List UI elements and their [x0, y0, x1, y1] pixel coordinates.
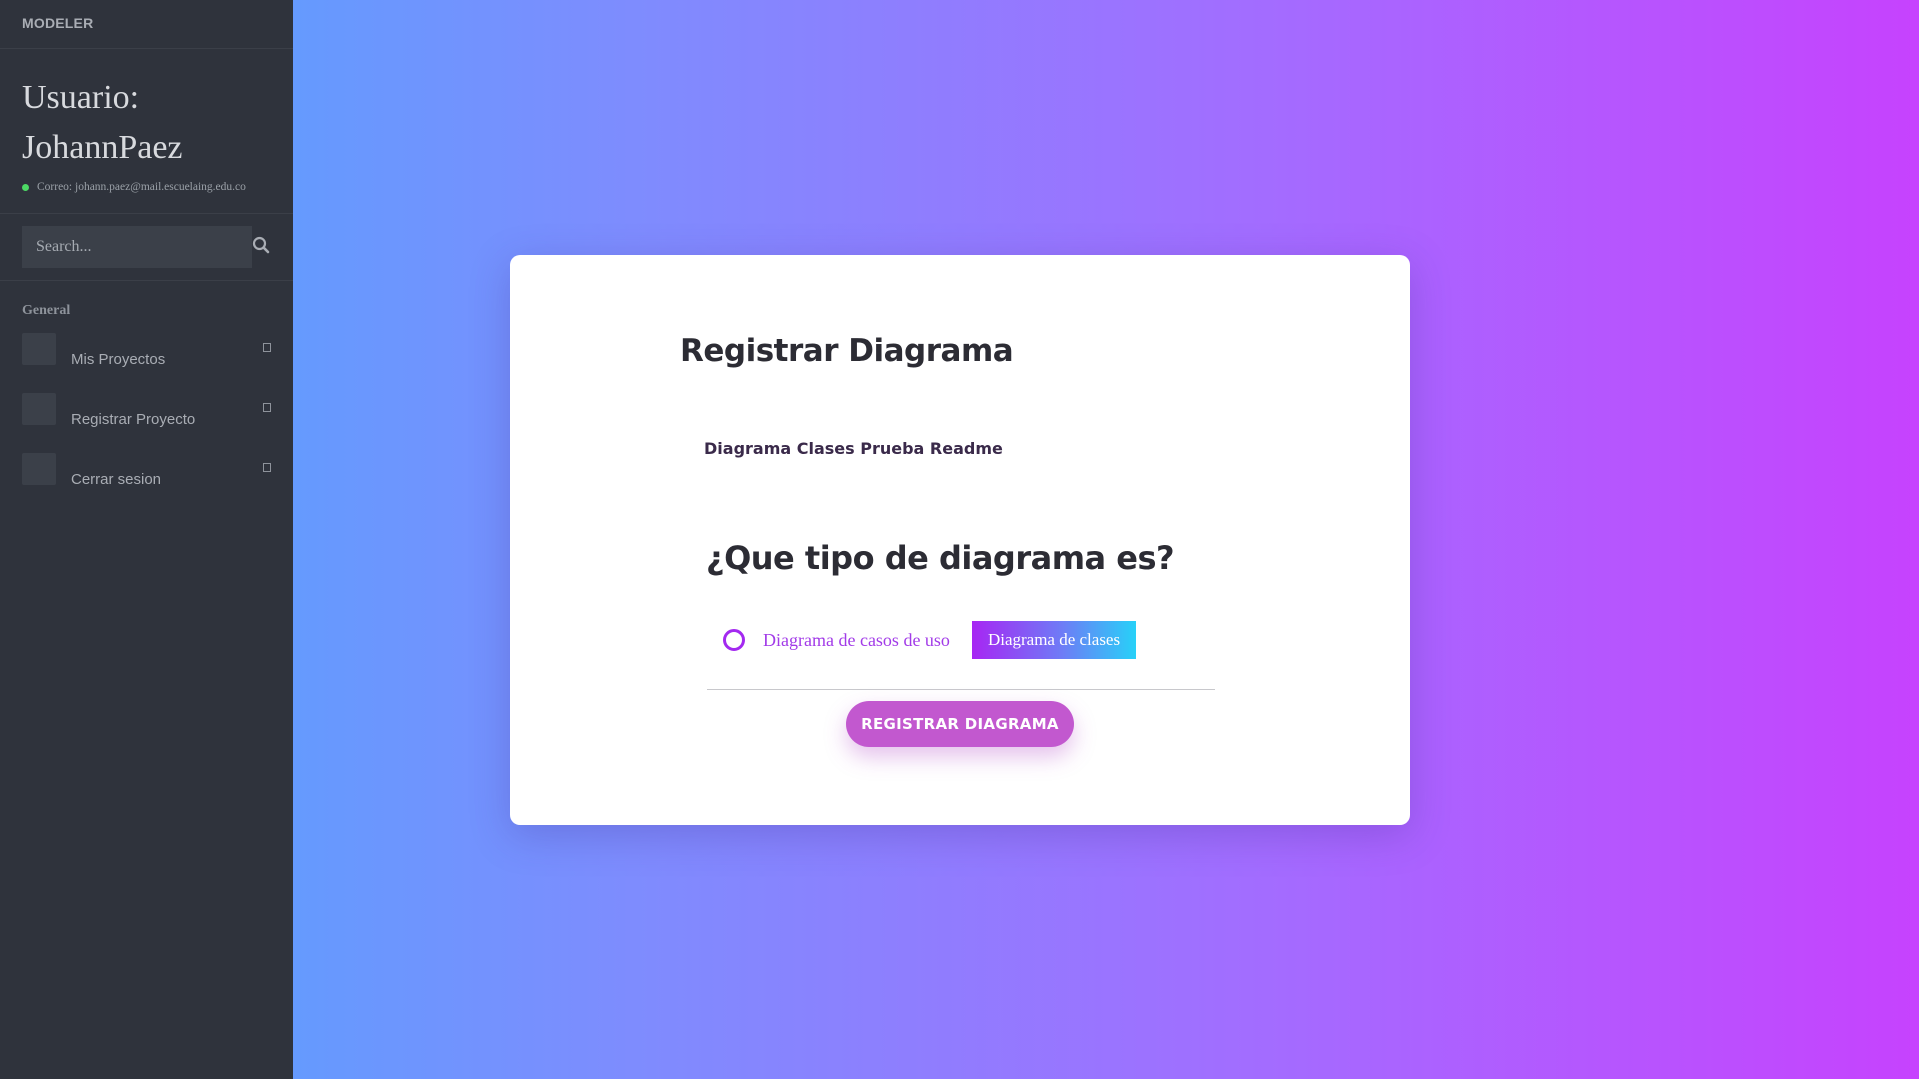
section-title-general: General — [22, 303, 71, 318]
user-name: Usuario: JohannPaez — [22, 79, 183, 166]
register-diagram-card: Registrar Diagrama ¿Que tipo de diagrama… — [510, 255, 1410, 825]
online-status-icon — [22, 183, 29, 191]
sidebar-nav: Mis Proyectos Registrar Proyecto Cerrar … — [0, 327, 293, 507]
sidebar: MODELER Usuario: JohannPaez Correo: joha… — [0, 0, 293, 1079]
sidebar-item-registrar-proyecto[interactable]: Registrar Proyecto — [0, 387, 293, 447]
search-icon[interactable] — [252, 236, 270, 254]
chevron-icon — [263, 403, 271, 412]
sidebar-item-label: Mis Proyectos — [71, 351, 166, 368]
sidebar-item-mis-proyectos[interactable]: Mis Proyectos — [0, 327, 293, 387]
option-use-case-diagram-label[interactable]: Diagrama de casos de uso — [763, 630, 950, 651]
logout-icon — [22, 453, 56, 485]
diagram-type-options: Diagrama de casos de uso Diagrama de cla… — [723, 620, 1137, 660]
sidebar-item-label: Registrar Proyecto — [71, 411, 196, 428]
diagram-type-question: ¿Que tipo de diagrama es? — [706, 539, 1175, 577]
search-input[interactable] — [22, 226, 252, 268]
app-brand[interactable]: MODELER — [0, 0, 293, 49]
sidebar-item-cerrar-sesion[interactable]: Cerrar sesion — [0, 447, 293, 507]
diagram-name-input[interactable] — [704, 433, 1124, 463]
chevron-icon — [263, 463, 271, 472]
page-title: Registrar Diagrama — [680, 333, 1014, 369]
user-email-row: Correo: johann.paez@mail.escuelaing.edu.… — [22, 181, 271, 193]
radio-use-case-diagram[interactable] — [723, 629, 745, 651]
user-profile: Usuario: JohannPaez Correo: johann.paez@… — [0, 49, 293, 214]
sidebar-item-label: Cerrar sesion — [71, 471, 162, 488]
add-project-icon — [22, 393, 56, 425]
folder-icon — [22, 333, 56, 365]
user-email: Correo: johann.paez@mail.escuelaing.edu.… — [37, 181, 246, 193]
chevron-icon — [263, 343, 271, 352]
sidebar-search — [0, 214, 293, 281]
divider — [707, 689, 1215, 690]
register-diagram-button[interactable]: REGISTRAR DIAGRAMA — [846, 701, 1074, 747]
option-class-diagram-button[interactable]: Diagrama de clases — [971, 621, 1137, 659]
